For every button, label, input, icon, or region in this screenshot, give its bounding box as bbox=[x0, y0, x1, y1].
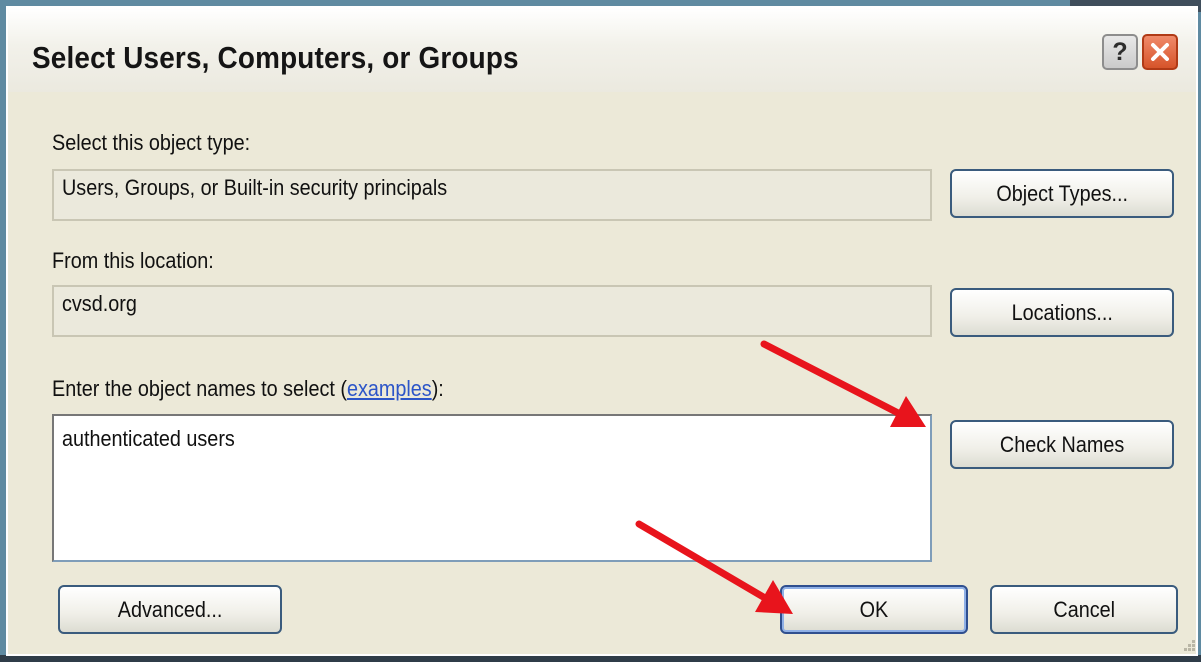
close-button[interactable] bbox=[1142, 34, 1178, 70]
title-bar[interactable]: Select Users, Computers, or Groups ? bbox=[8, 8, 1196, 92]
help-icon: ? bbox=[1112, 37, 1128, 66]
advanced-button-label: Advanced... bbox=[117, 596, 223, 622]
close-x-icon bbox=[1151, 43, 1169, 61]
annotation-arrow-ok bbox=[635, 520, 793, 614]
select-users-dialog: Select Users, Computers, or Groups ? Sel… bbox=[6, 6, 1198, 656]
cancel-button[interactable]: Cancel bbox=[990, 585, 1178, 634]
check-names-button-label: Check Names bbox=[999, 431, 1125, 457]
location-value: cvsd.org bbox=[62, 291, 137, 316]
background-strip-bottom bbox=[0, 655, 1201, 662]
location-label: From this location: bbox=[52, 248, 214, 273]
cancel-button-label: Cancel bbox=[1053, 596, 1115, 622]
advanced-button[interactable]: Advanced... bbox=[58, 585, 282, 634]
object-type-label: Select this object type: bbox=[52, 130, 251, 155]
object-types-button-label: Object Types... bbox=[996, 180, 1128, 206]
object-type-field: Users, Groups, or Built-in security prin… bbox=[52, 169, 932, 221]
dialog-title: Select Users, Computers, or Groups bbox=[32, 40, 519, 75]
object-names-label-prefix: Enter the object names to select ( bbox=[52, 376, 347, 401]
object-types-button[interactable]: Object Types... bbox=[950, 169, 1174, 218]
locations-button[interactable]: Locations... bbox=[950, 288, 1174, 337]
check-names-button[interactable]: Check Names bbox=[950, 420, 1174, 469]
ok-button-label: OK bbox=[859, 596, 889, 622]
examples-link[interactable]: examples bbox=[347, 376, 432, 401]
object-names-value: authenticated users bbox=[62, 426, 235, 451]
object-names-label: Enter the object names to select (exampl… bbox=[52, 376, 444, 402]
annotation-arrow-check-names bbox=[760, 340, 926, 427]
object-names-label-suffix: ): bbox=[431, 376, 444, 401]
resize-grip-icon[interactable] bbox=[1178, 636, 1196, 654]
locations-button-label: Locations... bbox=[1011, 299, 1113, 325]
object-type-value: Users, Groups, or Built-in security prin… bbox=[62, 175, 448, 200]
help-button[interactable]: ? bbox=[1102, 34, 1138, 70]
